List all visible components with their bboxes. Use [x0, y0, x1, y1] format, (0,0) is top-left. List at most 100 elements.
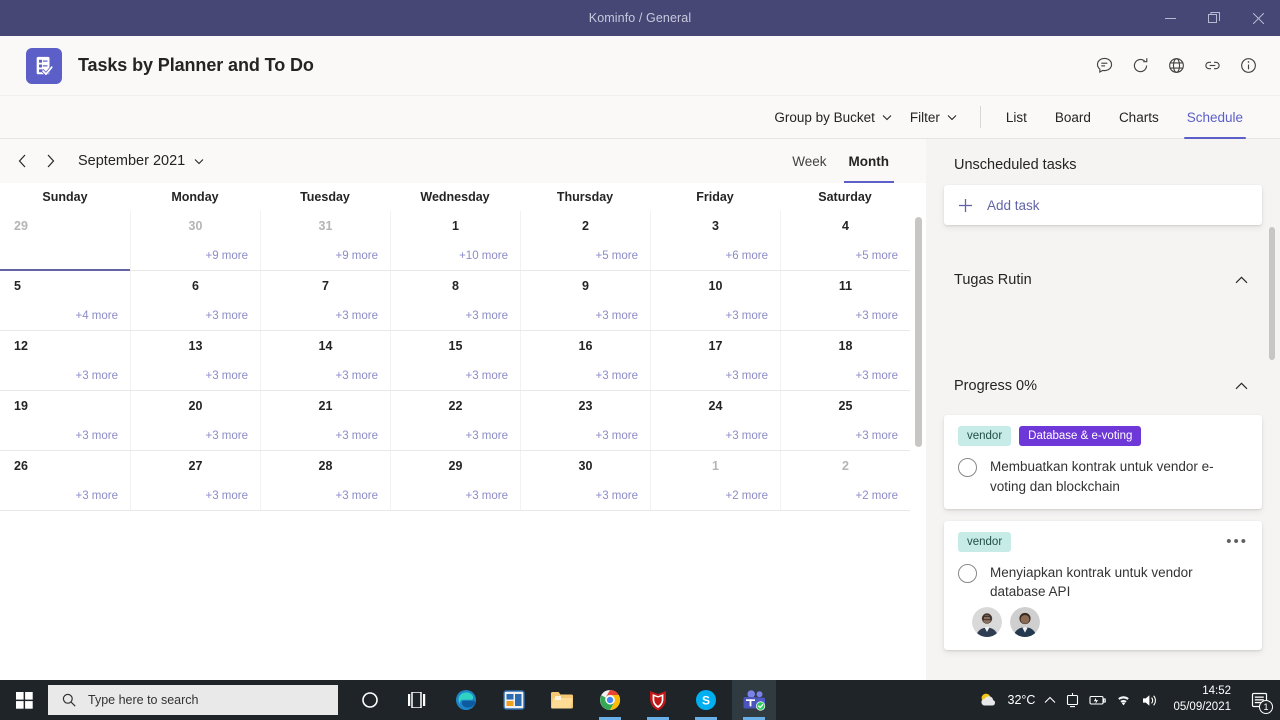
tab-list[interactable]: List: [995, 96, 1038, 139]
more-tasks-link[interactable]: +3 more: [595, 490, 638, 502]
group-by-dropdown[interactable]: Group by Bucket: [765, 105, 901, 130]
show-hidden-icons-chevron-up-icon[interactable]: [1044, 696, 1056, 704]
calendar-day-cell[interactable]: 1 +10 more: [390, 211, 520, 270]
more-tasks-link[interactable]: +3 more: [725, 310, 768, 322]
calendar-day-cell[interactable]: 10 +3 more: [650, 271, 780, 330]
file-explorer-icon[interactable]: [540, 680, 584, 720]
start-button[interactable]: [0, 680, 48, 720]
weather-icon[interactable]: [978, 690, 999, 711]
chat-icon[interactable]: [1090, 52, 1118, 80]
calendar-day-cell[interactable]: 23 +3 more: [520, 391, 650, 450]
more-tasks-link[interactable]: +3 more: [75, 370, 118, 382]
calendar-day-cell[interactable]: 14 +3 more: [260, 331, 390, 390]
add-task-button[interactable]: Add task: [944, 185, 1262, 225]
more-tasks-link[interactable]: +3 more: [205, 310, 248, 322]
taskbar-search-box[interactable]: Type here to search: [48, 685, 338, 715]
more-tasks-link[interactable]: +3 more: [205, 490, 248, 502]
more-tasks-link[interactable]: +3 more: [205, 370, 248, 382]
wifi-icon[interactable]: [1115, 693, 1132, 707]
battery-icon[interactable]: [1089, 693, 1107, 707]
calendar-day-cell[interactable]: 8 +3 more: [390, 271, 520, 330]
view-month[interactable]: Month: [838, 139, 900, 183]
calendar-day-cell[interactable]: 18 +3 more: [780, 331, 910, 390]
more-tasks-link[interactable]: +3 more: [855, 310, 898, 322]
calendar-day-cell[interactable]: 12 +3 more: [0, 331, 130, 390]
more-tasks-link[interactable]: +3 more: [595, 370, 638, 382]
filter-dropdown[interactable]: Filter: [901, 105, 966, 130]
more-tasks-link[interactable]: +10 more: [459, 250, 508, 262]
chevron-up-icon[interactable]: [1230, 269, 1252, 291]
task-tag[interactable]: Database & e-voting: [1019, 426, 1142, 447]
task-group-progress[interactable]: Progress 0%: [944, 375, 1262, 397]
month-picker[interactable]: September 2021: [72, 149, 210, 173]
calendar-day-cell[interactable]: 1 +2 more: [650, 451, 780, 510]
calendar-day-cell[interactable]: 24 +3 more: [650, 391, 780, 450]
task-card[interactable]: vendor Database & e-voting Membuatkan ko…: [944, 415, 1262, 509]
more-tasks-link[interactable]: +3 more: [335, 310, 378, 322]
restore-button[interactable]: [1192, 0, 1236, 36]
more-tasks-link[interactable]: +3 more: [595, 310, 638, 322]
calendar-day-cell[interactable]: 5 +4 more: [0, 271, 130, 330]
volume-icon[interactable]: [1141, 693, 1158, 708]
task-tag[interactable]: vendor: [958, 531, 1012, 553]
teams-icon[interactable]: [732, 680, 776, 720]
calendar-day-cell[interactable]: 28 +3 more: [260, 451, 390, 510]
more-tasks-link[interactable]: +3 more: [465, 490, 508, 502]
calendar-day-cell[interactable]: 29 +3 more: [390, 451, 520, 510]
more-tasks-link[interactable]: +6 more: [725, 250, 768, 262]
task-complete-checkbox[interactable]: [958, 564, 977, 584]
edge-icon[interactable]: [444, 680, 488, 720]
more-tasks-link[interactable]: +9 more: [335, 250, 378, 262]
more-tasks-link[interactable]: +4 more: [75, 310, 118, 322]
chevron-up-icon[interactable]: [1230, 375, 1252, 397]
close-button[interactable]: [1236, 0, 1280, 36]
notifications-button[interactable]: 1: [1246, 686, 1273, 714]
more-tasks-link[interactable]: +3 more: [75, 430, 118, 442]
calendar-day-cell[interactable]: 2 +5 more: [520, 211, 650, 270]
more-tasks-link[interactable]: +5 more: [855, 250, 898, 262]
calendar-day-cell[interactable]: 11 +3 more: [780, 271, 910, 330]
task-view-icon[interactable]: [396, 680, 440, 720]
more-tasks-link[interactable]: +3 more: [335, 490, 378, 502]
calendar-day-cell[interactable]: 29: [0, 211, 130, 270]
avatar[interactable]: [1010, 607, 1040, 638]
minimize-button[interactable]: [1148, 0, 1192, 36]
more-tasks-link[interactable]: +3 more: [725, 430, 768, 442]
calendar-day-cell[interactable]: 19 +3 more: [0, 391, 130, 450]
more-tasks-link[interactable]: +3 more: [855, 370, 898, 382]
calendar-day-cell[interactable]: 4 +5 more: [780, 211, 910, 270]
more-tasks-link[interactable]: +5 more: [595, 250, 638, 262]
calendar-day-cell[interactable]: 7 +3 more: [260, 271, 390, 330]
calendar-day-cell[interactable]: 6 +3 more: [130, 271, 260, 330]
calendar-day-cell[interactable]: 30 +3 more: [520, 451, 650, 510]
chrome-icon[interactable]: [588, 680, 632, 720]
calendar-day-cell[interactable]: 17 +3 more: [650, 331, 780, 390]
task-tag[interactable]: vendor: [958, 426, 1012, 447]
more-tasks-link[interactable]: +3 more: [855, 430, 898, 442]
calendar-day-cell[interactable]: 26 +3 more: [0, 451, 130, 510]
store-icon[interactable]: [492, 680, 536, 720]
more-tasks-link[interactable]: +3 more: [335, 430, 378, 442]
calendar-day-cell[interactable]: 9 +3 more: [520, 271, 650, 330]
more-tasks-link[interactable]: +3 more: [725, 370, 768, 382]
panel-vertical-scrollbar[interactable]: [1269, 227, 1275, 360]
calendar-day-cell[interactable]: 25 +3 more: [780, 391, 910, 450]
tab-board[interactable]: Board: [1044, 96, 1102, 139]
tab-schedule[interactable]: Schedule: [1176, 96, 1254, 139]
more-tasks-link[interactable]: +3 more: [335, 370, 378, 382]
more-tasks-link[interactable]: +9 more: [205, 250, 248, 262]
tab-charts[interactable]: Charts: [1108, 96, 1170, 139]
task-card[interactable]: vendor ••• Menyiapkan kontrak untuk vend…: [944, 520, 1262, 651]
calendar-day-cell[interactable]: 3 +6 more: [650, 211, 780, 270]
globe-icon[interactable]: [1162, 52, 1190, 80]
more-tasks-link[interactable]: +3 more: [465, 430, 508, 442]
calendar-day-cell[interactable]: 13 +3 more: [130, 331, 260, 390]
clock[interactable]: 14:52 05/09/2021: [1167, 684, 1237, 715]
avatar[interactable]: [972, 607, 1002, 638]
more-tasks-link[interactable]: +3 more: [595, 430, 638, 442]
view-week[interactable]: Week: [781, 139, 837, 183]
calendar-day-cell[interactable]: 27 +3 more: [130, 451, 260, 510]
task-group-tugas-rutin[interactable]: Tugas Rutin: [944, 269, 1262, 291]
task-more-options-button[interactable]: •••: [1226, 534, 1248, 549]
info-icon[interactable]: [1234, 52, 1262, 80]
